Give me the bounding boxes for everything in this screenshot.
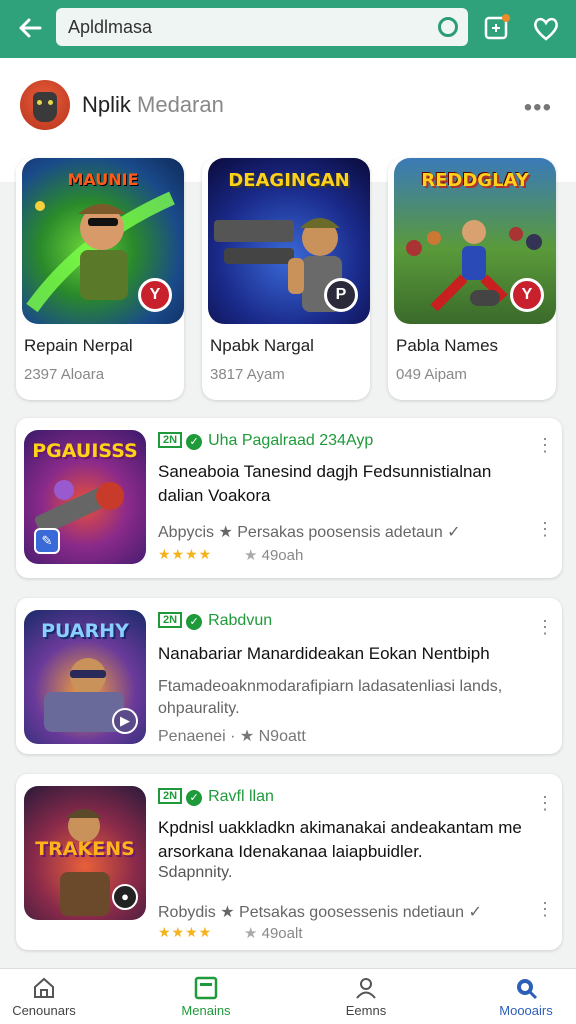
game-badge-icon: Y bbox=[138, 278, 172, 312]
notification-icon[interactable] bbox=[480, 12, 512, 44]
publisher-tag: 2N ✓ Uha Pagalraad 234Ayp bbox=[158, 432, 373, 450]
list-item-title: Kpdnisl uakkladkn akimanakai andeakantam… bbox=[158, 818, 522, 861]
featured-card[interactable]: MAUNIE Y Repain Nerpal 2397 Aloara bbox=[16, 158, 184, 400]
avatar[interactable] bbox=[20, 80, 70, 130]
game-art-image: TRAKENS ● bbox=[24, 786, 146, 920]
rating-count: ★ 49oalt bbox=[244, 925, 303, 942]
list-item[interactable]: PUARHY ▶ 2N ✓ Rabdvun Nanabariar Manardide… bbox=[16, 598, 562, 754]
list-item-subtitle: Ftamadeoaknmodarafipiarn ladasatenliasi … bbox=[158, 678, 503, 717]
list-item[interactable]: PGAUISSS ✎ 2N ✓ Uha Pagalraad 234Ayp Sanea… bbox=[16, 418, 562, 578]
tag-box: 2N bbox=[158, 788, 183, 804]
star-icon: ★ bbox=[244, 925, 262, 942]
game-badge-icon: ● bbox=[112, 884, 138, 910]
featured-card-meta: 2397 Aloara bbox=[24, 366, 105, 383]
game-badge-icon: ✎ bbox=[34, 528, 60, 554]
item-menu-icon[interactable]: ⋮ bbox=[536, 794, 554, 812]
search-box[interactable]: Apldlmasa bbox=[56, 8, 468, 46]
rating-stars: ★★★★ bbox=[158, 924, 213, 940]
game-art-title: PUARHY bbox=[41, 620, 129, 642]
back-arrow-icon[interactable] bbox=[14, 12, 46, 44]
list-item-subtitle: Robydis ★ Petsakas goosessenis ndetiaun … bbox=[158, 904, 482, 921]
notification-dot bbox=[502, 14, 510, 22]
list-item[interactable]: TRAKENS ● 2N ✓ Ravfl llan Kpdnisl uakkladk… bbox=[16, 774, 562, 950]
game-art-title: DEAGINGAN bbox=[228, 170, 350, 191]
featured-card-meta: 3817 Ayam bbox=[210, 366, 285, 383]
featured-carousel: MAUNIE Y Repain Nerpal 2397 Aloara DEAGI… bbox=[0, 158, 576, 402]
featured-card[interactable]: DEAGINGAN P Npabk Nargal 3817 Ayam bbox=[202, 158, 370, 400]
item-menu-icon[interactable]: ⋮ bbox=[536, 900, 554, 918]
game-art-image: REDDGLAY Y bbox=[394, 158, 556, 324]
search-input[interactable]: Apldlmasa bbox=[68, 17, 152, 38]
featured-card-name: Npabk Nargal bbox=[210, 336, 314, 355]
featured-card-name: Repain Nerpal bbox=[24, 336, 133, 355]
nav-item-search[interactable]: Moooairs bbox=[476, 975, 576, 1024]
star-icon: ★ bbox=[244, 547, 262, 564]
more-options-icon[interactable]: ••• bbox=[524, 94, 552, 122]
avatar-face-icon bbox=[33, 92, 57, 122]
home-icon bbox=[34, 977, 54, 998]
featured-card-meta: 049 Aipam bbox=[396, 366, 467, 383]
publisher-tag: 2N ✓ Rabdvun bbox=[158, 612, 272, 630]
featured-card[interactable]: REDDGLAY Y Pabla Names 049 Aipam bbox=[388, 158, 556, 400]
tag-box: 2N bbox=[158, 432, 183, 448]
game-badge-icon: Y bbox=[510, 278, 544, 312]
verified-icon: ✓ bbox=[186, 790, 203, 806]
search-icon bbox=[517, 979, 538, 1000]
verified-icon: ✓ bbox=[186, 614, 203, 630]
list-item-meta: Penaenei · ★ N9oatt bbox=[158, 728, 306, 745]
featured-card-name: Pabla Names bbox=[396, 336, 499, 355]
game-art-image: PGAUISSS ✎ bbox=[24, 430, 146, 564]
apps-icon bbox=[194, 976, 218, 1000]
game-art-title: TRAKENS bbox=[35, 838, 135, 860]
item-menu-icon[interactable]: ⋮ bbox=[536, 618, 554, 636]
person-icon bbox=[356, 978, 376, 999]
game-badge-icon: P bbox=[324, 278, 358, 312]
list-item-title: Nanabariar Manardideakan Eokan Nentbiph bbox=[158, 644, 490, 663]
verified-icon: ✓ bbox=[186, 434, 203, 450]
publisher-tag: 2N ✓ Ravfl llan bbox=[158, 788, 274, 806]
nav-item-apps[interactable]: Menains bbox=[156, 975, 256, 1024]
list-item-extra: Sdapnnity. bbox=[158, 864, 233, 881]
top-app-bar: Apldlmasa bbox=[0, 0, 576, 58]
nav-item-home[interactable]: Cenounars bbox=[0, 975, 94, 1024]
rating-count: ★ 49oah bbox=[244, 547, 304, 564]
nav-item-profile[interactable]: Eemns bbox=[316, 975, 416, 1024]
list-item-subtitle: Abpycis ★ Persakas poosensis adetaun ✓ bbox=[158, 524, 461, 541]
list-item-title: Saneaboia Tanesind dagjh Fedsunnistialna… bbox=[158, 462, 492, 505]
game-art-title: PGAUISSS bbox=[32, 440, 138, 462]
game-art-image: MAUNIE Y bbox=[22, 158, 184, 324]
profile-name: Nplik Medaran bbox=[82, 92, 224, 117]
game-art-image: DEAGINGAN P bbox=[208, 158, 370, 324]
voice-search-icon[interactable] bbox=[438, 17, 458, 37]
game-art-image: PUARHY ▶ bbox=[24, 610, 146, 744]
play-icon: ▶ bbox=[112, 708, 138, 734]
game-art-title: REDDGLAY bbox=[421, 170, 529, 191]
bottom-navigation: Cenounars Menains Eemns Moooairs bbox=[0, 968, 576, 1024]
tag-box: 2N bbox=[158, 612, 183, 628]
item-menu-icon[interactable]: ⋮ bbox=[536, 520, 554, 538]
item-menu-icon[interactable]: ⋮ bbox=[536, 436, 554, 454]
heart-icon[interactable] bbox=[530, 12, 562, 44]
game-art-title: MAUNIE bbox=[67, 170, 139, 189]
rating-stars: ★★★★ bbox=[158, 546, 213, 562]
